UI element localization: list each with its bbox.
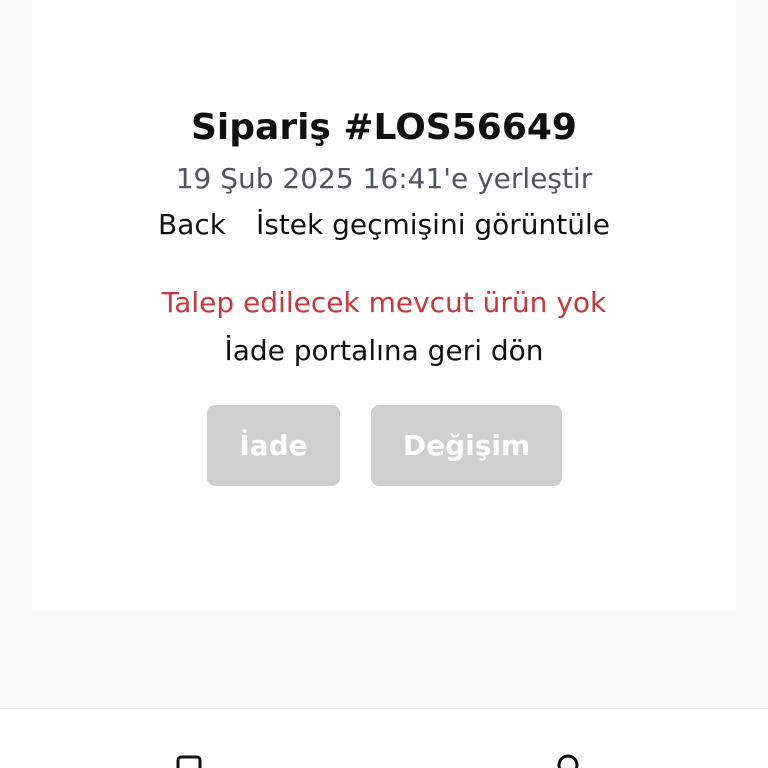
- order-date: 19 Şub 2025 16:41'e yerleştir: [175, 162, 593, 195]
- order-links: Back İstek geçmişini görüntüle: [32, 206, 736, 244]
- order-title: Sipariş #LOS56649: [191, 107, 577, 148]
- back-link[interactable]: Back: [158, 208, 226, 241]
- bottom-navigation: [0, 708, 768, 768]
- exchange-button[interactable]: Değişim: [371, 405, 562, 486]
- document-icon[interactable]: [172, 753, 208, 768]
- request-history-link[interactable]: İstek geçmişini görüntüle: [256, 208, 610, 241]
- return-button[interactable]: İade: [207, 405, 340, 486]
- no-items-message: Talep edilecek mevcut ürün yok: [161, 286, 607, 319]
- screen: Sipariş #LOS56649 19 Şub 2025 16:41'e ye…: [0, 0, 768, 768]
- order-card: Sipariş #LOS56649 19 Şub 2025 16:41'e ye…: [32, 0, 736, 610]
- return-portal-link[interactable]: İade portalına geri dön: [32, 332, 736, 370]
- user-icon[interactable]: [550, 753, 586, 768]
